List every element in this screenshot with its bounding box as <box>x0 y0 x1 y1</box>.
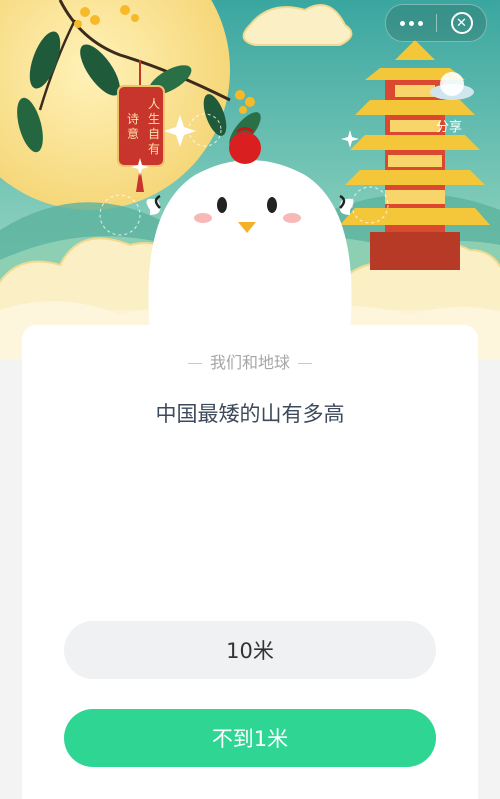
close-circle-icon[interactable]: ✕ <box>437 5 486 41</box>
quiz-category: 我们和地球 <box>22 349 478 373</box>
category-dash-left <box>187 363 202 364</box>
answer-option-1[interactable]: 10米 <box>64 621 436 679</box>
svg-text:意: 意 <box>127 126 139 141</box>
quiz-card: 我们和地球 中国最矮的山有多高 10米 不到1米 <box>22 325 478 799</box>
svg-text:生: 生 <box>148 112 160 126</box>
ellipsis-icon[interactable] <box>386 5 436 41</box>
svg-text:有: 有 <box>148 142 160 156</box>
category-dash-right <box>298 363 312 364</box>
quiz-question: 中国最矮的山有多高 <box>155 402 345 426</box>
answer-option-2[interactable]: 不到1米 <box>64 709 436 767</box>
share-label[interactable]: 分享 <box>436 116 462 135</box>
svg-text:诗: 诗 <box>127 112 139 126</box>
category-label: 我们和地球 <box>209 353 290 372</box>
miniprogram-capsule: ✕ <box>385 4 487 42</box>
svg-text:自: 自 <box>148 127 160 141</box>
quiz-banner-illustration: 人 生 自 有 诗 意 <box>0 0 500 360</box>
svg-text:人: 人 <box>148 97 160 111</box>
